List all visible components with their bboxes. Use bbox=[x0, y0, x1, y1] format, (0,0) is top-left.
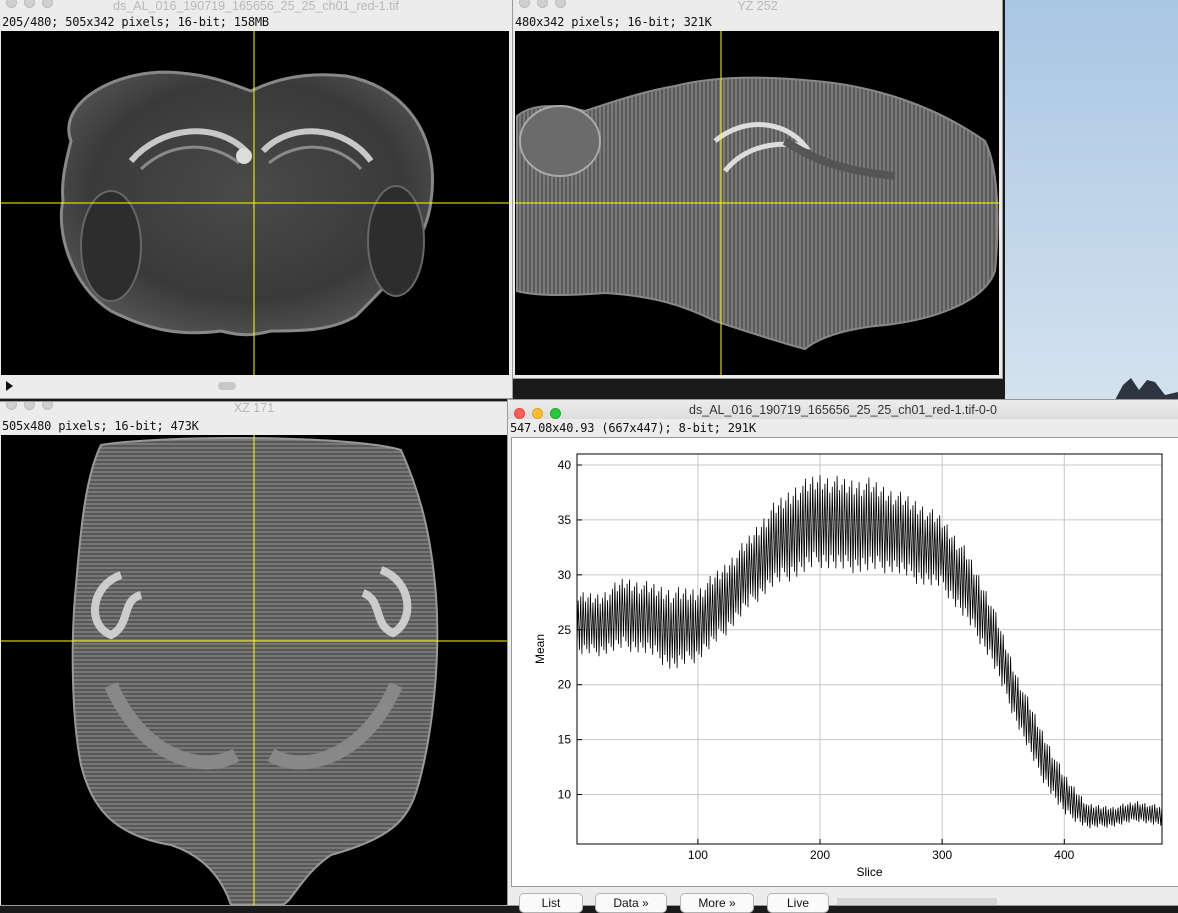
progress-bar bbox=[837, 898, 997, 905]
y-tick-label: 10 bbox=[558, 788, 572, 802]
window-controls[interactable] bbox=[6, 0, 60, 11]
minimize-button[interactable] bbox=[532, 408, 543, 419]
mean-profile-line bbox=[576, 474, 1163, 829]
close-button[interactable] bbox=[6, 0, 17, 8]
profile-chart: 100 200 300 400 10 15 20 25 30 35 40 Slice Mean bbox=[533, 453, 1163, 879]
main-window-title: ds_AL_016_190719_165656_25_25_ch01_red-1… bbox=[113, 0, 399, 13]
coronal-slice-canvas[interactable] bbox=[1, 31, 509, 375]
slice-slider[interactable] bbox=[0, 379, 512, 393]
yz-window[interactable]: YZ 252 480x342 pixels; 16-bit; 321K bbox=[513, 0, 1002, 378]
plot-window-title: ds_AL_016_190719_165656_25_25_ch01_red-1… bbox=[689, 403, 997, 417]
window-controls[interactable] bbox=[519, 0, 573, 11]
zoom-button[interactable] bbox=[42, 0, 53, 8]
minimize-button[interactable] bbox=[24, 0, 35, 8]
y-tick-label: 15 bbox=[558, 733, 572, 747]
yz-image-info: 480x342 pixels; 16-bit; 321K bbox=[515, 15, 712, 29]
mountain-peaks bbox=[1115, 378, 1178, 400]
xz-window-title: XZ 171 bbox=[233, 402, 275, 415]
more-button[interactable]: More » bbox=[680, 893, 754, 913]
slider-thumb[interactable] bbox=[218, 382, 236, 390]
x-tick-label: 300 bbox=[932, 848, 952, 862]
plot-window-titlebar[interactable]: ds_AL_016_190719_165656_25_25_ch01_red-1… bbox=[508, 400, 1178, 419]
horizontal-brain-section bbox=[71, 437, 439, 905]
x-tick-label: 200 bbox=[810, 848, 830, 862]
x-axis-label: Slice bbox=[856, 865, 882, 879]
list-button[interactable]: List bbox=[519, 893, 583, 913]
minimize-button[interactable] bbox=[24, 402, 35, 410]
main-image-window[interactable]: ds_AL_016_190719_165656_25_25_ch01_red-1… bbox=[0, 0, 512, 398]
x-tick-label: 400 bbox=[1054, 848, 1074, 862]
close-button[interactable] bbox=[6, 402, 17, 410]
y-tick-label: 30 bbox=[558, 568, 572, 582]
data-button[interactable]: Data » bbox=[595, 893, 667, 913]
xz-window[interactable]: XZ 171 505x480 pixels; 16-bit; 473K bbox=[0, 402, 508, 905]
window-controls[interactable] bbox=[514, 405, 568, 419]
x-tick-label: 100 bbox=[688, 848, 708, 862]
zoom-button[interactable] bbox=[42, 402, 53, 410]
yz-window-title: YZ 252 bbox=[737, 0, 778, 13]
main-image-info: 205/480; 505x342 pixels; 16-bit; 158MB bbox=[2, 15, 269, 29]
horizontal-slice-canvas[interactable] bbox=[1, 435, 507, 905]
close-button[interactable] bbox=[514, 408, 525, 419]
window-controls[interactable] bbox=[6, 402, 60, 413]
live-button[interactable]: Live bbox=[767, 893, 829, 913]
y-tick-label: 40 bbox=[558, 458, 572, 472]
play-icon[interactable] bbox=[6, 381, 13, 391]
y-tick-label: 25 bbox=[558, 623, 572, 637]
y-tick-label: 20 bbox=[558, 678, 572, 692]
desktop-background bbox=[1005, 0, 1178, 400]
sagittal-slice-canvas[interactable] bbox=[515, 31, 999, 375]
xz-image-info: 505x480 pixels; 16-bit; 473K bbox=[2, 419, 199, 433]
close-button[interactable] bbox=[519, 0, 530, 8]
zoom-button[interactable] bbox=[550, 408, 561, 419]
y-axis-label: Mean bbox=[533, 634, 547, 664]
plot-window[interactable]: ds_AL_016_190719_165656_25_25_ch01_red-1… bbox=[508, 400, 1178, 905]
zoom-button[interactable] bbox=[555, 0, 566, 8]
plot-image-info: 547.08x40.93 (667x447); 8-bit; 291K bbox=[510, 421, 756, 435]
y-tick-label: 35 bbox=[558, 513, 572, 527]
plot-canvas[interactable]: 100 200 300 400 10 15 20 25 30 35 40 Slice Mean bbox=[511, 437, 1178, 887]
minimize-button[interactable] bbox=[537, 0, 548, 8]
